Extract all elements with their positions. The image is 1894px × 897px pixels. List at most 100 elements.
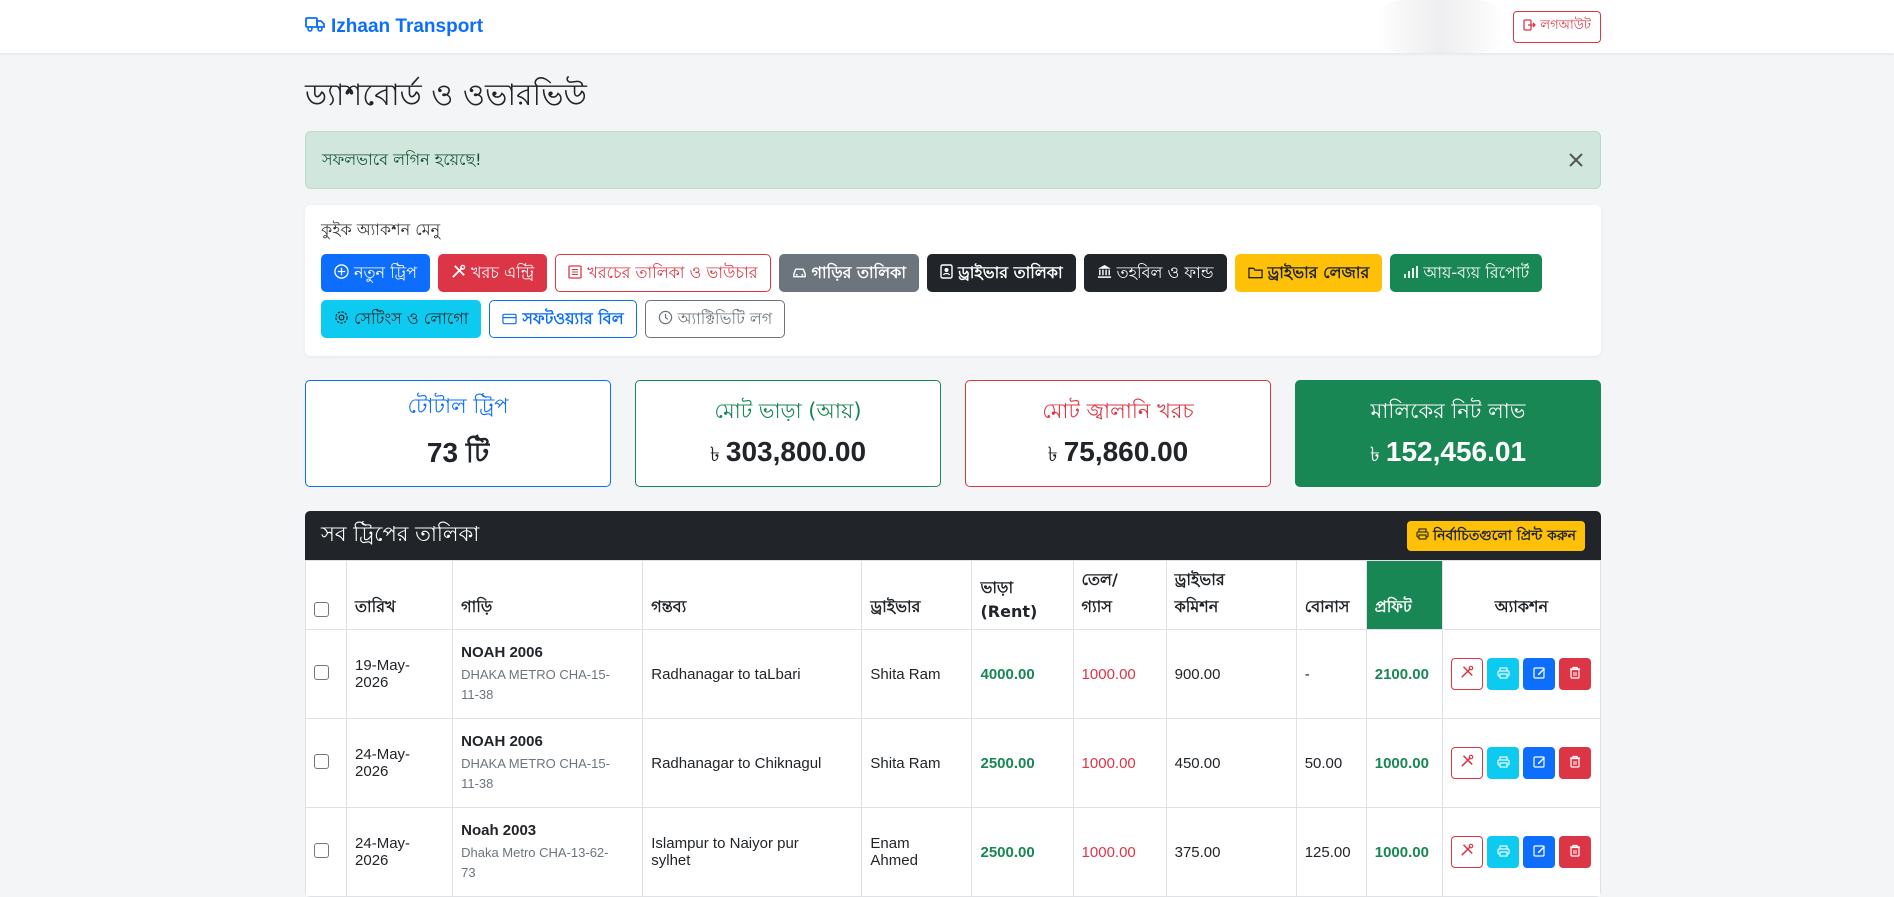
car-name: NOAH 2006	[461, 643, 543, 661]
driver-ledger-label: ড্রাইভার লেজার	[1267, 262, 1370, 282]
tools-icon	[1460, 843, 1474, 861]
fuel-cost-value: ৳ 75,860.00	[1048, 436, 1189, 473]
select-all-checkbox[interactable]	[314, 602, 329, 617]
brand-name: Izhaan Transport	[331, 15, 484, 37]
printer-icon	[1416, 527, 1429, 544]
settings-logo-button[interactable]: সেটিংস ও লোগো	[321, 300, 482, 338]
currency-symbol: ৳	[1047, 443, 1058, 466]
row-actions	[1451, 747, 1592, 779]
rent-cell: 2500.00	[971, 718, 1074, 808]
rent-cell: 4000.00	[971, 629, 1074, 719]
edit-action-button[interactable]	[1523, 747, 1556, 779]
col-profit: প্রফিট	[1365, 560, 1443, 630]
col-commission-line2: কমিশন	[1174, 597, 1219, 616]
expense-entry-button[interactable]: খরচ এন্ট্রি	[438, 254, 548, 292]
col-car: গাড়ি	[452, 560, 644, 630]
bonus-cell: 50.00	[1295, 718, 1367, 808]
destination-line2: sylhet	[651, 852, 691, 869]
success-alert: সফলভাবে লগিন হয়েছে!	[305, 131, 1601, 189]
table-row: 24-May- 2026 NOAH 2006 DHAKA METRO CHA-15-…	[305, 718, 1601, 808]
print-action-button[interactable]	[1487, 836, 1520, 868]
driver-list-button[interactable]: ড্রাইভার তালিকা	[927, 254, 1076, 292]
fuel-cell: 1000.00	[1072, 718, 1167, 808]
car-name: NOAH 2006	[461, 732, 543, 750]
date-line2: 2026	[355, 852, 389, 869]
bonus-cell: 125.00	[1295, 807, 1367, 897]
trips-table-header: সব ট্রিপের তালিকা নির্বাচিতগুলো প্রিন্ট …	[305, 511, 1601, 560]
trash-icon	[1569, 844, 1581, 861]
main-container: ড্যাশবোর্ড ও ওভারভিউ সফলভাবে লগিন হয়েছে…	[305, 53, 1601, 897]
col-commission-line1: ড্রাইভার	[1174, 570, 1225, 589]
delete-action-button[interactable]	[1559, 747, 1592, 779]
software-bill-label: সফটওয়্যার বিল	[522, 308, 624, 328]
logout-button[interactable]: লগআউট	[1513, 10, 1601, 43]
fuel-cost-label: মোট জ্বালানি খরচ	[1042, 398, 1194, 423]
row-checkbox[interactable]	[314, 664, 329, 680]
total-rent-amount: 303,800.00	[725, 435, 867, 467]
edit-action-button[interactable]	[1523, 836, 1556, 868]
rent-cell: 2500.00	[971, 807, 1074, 897]
bonus-cell: -	[1295, 629, 1367, 719]
driver-cell: Shita Ram	[861, 718, 973, 808]
driver-line1: Enam	[870, 835, 910, 852]
income-expense-report-button[interactable]: আয়-ব্যয় রিপোর্ট	[1390, 254, 1543, 292]
total-rent-label: মোট ভাড়া (আয়)	[714, 398, 862, 423]
destination-cell: Islampur to Naiyor pur sylhet	[642, 807, 863, 897]
total-rent-value: ৳ 303,800.00	[710, 436, 866, 473]
col-fuel-line1: তেল/	[1081, 570, 1118, 589]
delete-action-button[interactable]	[1559, 836, 1592, 868]
table-row: 19-May- 2026 NOAH 2006 DHAKA METRO CHA-15-…	[305, 629, 1601, 719]
col-fuel: তেল/গ্যাস	[1072, 560, 1167, 630]
expense-list-voucher-button[interactable]: খরচের তালিকা ও ভাউচার	[555, 254, 771, 292]
folder-icon	[1247, 264, 1263, 283]
select-all-cell	[305, 560, 348, 630]
row-actions	[1451, 658, 1592, 690]
print-action-button[interactable]	[1487, 658, 1520, 690]
driver-line1: Shita Ram	[870, 665, 941, 683]
date-cell: 19-May- 2026	[346, 629, 454, 719]
profit-cell: 2100.00	[1365, 629, 1443, 719]
expense-action-button[interactable]	[1451, 836, 1484, 868]
total-trips-label: টোটাল ট্রিপ	[407, 393, 509, 418]
fuel-cost-card: মোট জ্বালানি খরচ ৳ 75,860.00	[965, 380, 1271, 487]
col-destination: গন্তব্য	[642, 560, 863, 630]
edit-icon	[1533, 844, 1546, 861]
driver-ledger-button[interactable]: ড্রাইভার লেজার	[1234, 254, 1383, 292]
net-profit-value: ৳ 152,456.01	[1370, 436, 1526, 473]
delete-action-button[interactable]	[1559, 658, 1592, 690]
car-reg-line1: DHAKA METRO CHA-15-	[461, 755, 610, 771]
car-reg: DHAKA METRO CHA-15- 11-38	[461, 754, 634, 794]
net-profit-amount: 152,456.01	[1385, 435, 1527, 467]
total-trips-value: 73 টি	[426, 436, 490, 468]
edit-action-button[interactable]	[1523, 658, 1556, 690]
top-navbar: Izhaan Transport লগআউট	[0, 0, 1894, 53]
new-trip-button[interactable]: নতুন ট্রিপ	[321, 254, 430, 292]
row-checkbox[interactable]	[314, 753, 329, 769]
destination-cell: Radhanagar to taLbari	[642, 629, 863, 719]
trips-table-card: সব ট্রিপের তালিকা নির্বাচিতগুলো প্রিন্ট …	[305, 511, 1601, 897]
list-icon	[568, 264, 582, 283]
date-line1: 19-May-	[355, 657, 411, 674]
expense-action-button[interactable]	[1451, 658, 1484, 690]
driver-line2: Ahmed	[870, 852, 918, 869]
tools-icon	[451, 264, 466, 283]
row-checkbox[interactable]	[314, 842, 329, 858]
activity-log-button[interactable]: অ্যাক্টিভিটি লগ	[644, 300, 786, 338]
software-bill-button[interactable]: সফটওয়্যার বিল	[489, 300, 637, 338]
car-reg-line2: 73	[461, 864, 476, 880]
vehicle-list-button[interactable]: গাড়ির তালিকা	[778, 254, 920, 292]
print-action-button[interactable]	[1487, 747, 1520, 779]
action-cell	[1441, 718, 1601, 808]
quick-action-title: কুইক অ্যাকশন মেনু	[321, 220, 441, 239]
table-row: 24-May- 2026 Noah 2003 Dhaka Metro CHA-13-…	[305, 807, 1601, 897]
driver-cell: Shita Ram	[861, 629, 973, 719]
brand-logo[interactable]: Izhaan Transport	[305, 16, 483, 38]
close-icon[interactable]	[1568, 147, 1584, 173]
id-card-icon	[940, 263, 953, 283]
print-selected-button[interactable]: নির্বাচিতগুলো প্রিন্ট করুন	[1407, 520, 1585, 551]
stats-row: টোটাল ট্রিপ 73 টি মোট ভাড়া (আয়) ৳ 303,8…	[305, 380, 1601, 487]
driver-cell: Enam Ahmed	[861, 807, 973, 897]
expense-action-button[interactable]	[1451, 747, 1484, 779]
fuel-cell: 1000.00	[1072, 629, 1167, 719]
funds-button[interactable]: তহবিল ও ফান্ড	[1083, 254, 1227, 292]
